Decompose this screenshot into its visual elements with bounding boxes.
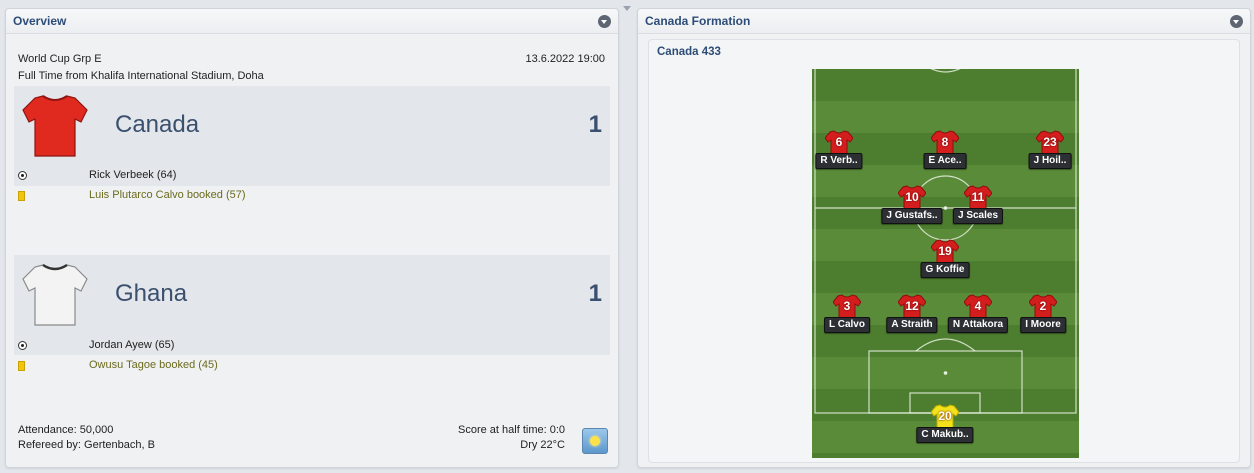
goal-ball-icon [18,171,27,180]
player-name-label[interactable]: E Ace.. [923,153,967,169]
yellow-card-icon [18,361,25,371]
player-number: 4 [974,299,982,313]
formation-header: Canada Formation [638,9,1250,34]
player-marker[interactable]: 12 A Straith [882,294,942,340]
player-number: 10 [905,190,919,204]
away-goal-text[interactable]: Jordan Ayew (65) [89,339,174,351]
player-number: 19 [938,244,952,258]
player-marker[interactable]: 3 L Calvo [817,294,877,340]
away-shirt-icon [22,263,88,326]
player-marker[interactable]: 20 C Makub.. [915,404,975,450]
player-marker[interactable]: 6 R Verb.. [812,130,869,176]
attendance-label: Attendance: 50,000 [18,424,114,436]
player-number: 2 [1039,299,1047,313]
weather-label: Dry 22°C [520,439,565,451]
player-name-label[interactable]: N Attakora [947,317,1009,333]
home-goal-text[interactable]: Rick Verbeek (64) [89,169,176,181]
panel-splitter-arrow-icon[interactable] [623,6,631,11]
player-number: 23 [1043,135,1057,149]
player-name-label[interactable]: J Hoil.. [1028,153,1072,169]
away-team-name[interactable]: Ghana [115,280,187,308]
panel-title: Canada Formation [645,14,751,28]
player-number: 12 [905,299,919,313]
overview-header: Overview [6,9,618,34]
player-name-label[interactable]: I Moore [1020,317,1066,333]
sun-icon [590,436,600,446]
player-marker[interactable]: 2 I Moore [1013,294,1073,340]
collapse-chevron-icon[interactable] [598,14,611,28]
player-name-label[interactable]: R Verb.. [815,153,863,169]
weather-button[interactable] [582,428,608,454]
referee-label[interactable]: Refereed by: Gertenbach, B [18,438,155,453]
player-marker[interactable]: 4 N Attakora [947,294,1009,340]
overview-panel: Overview World Cup Grp E 13.6.2022 19:00… [5,8,619,468]
home-shirt-icon [22,95,88,157]
competition-label: World Cup Grp E [18,53,102,65]
yellow-card-icon [18,191,25,201]
player-marker[interactable]: 10 J Gustafs.. [881,185,943,231]
player-marker[interactable]: 19 G Koffie [915,239,975,285]
player-number: 20 [938,409,952,423]
home-team-score: 1 [588,111,602,138]
match-datetime: 13.6.2022 19:00 [525,53,605,65]
player-number: 8 [941,135,949,149]
player-name-label[interactable]: L Calvo [824,317,870,333]
match-info-left: Attendance: 50,000 Refereed by: Gertenba… [18,423,155,453]
player-marker[interactable]: 11 J Scales [948,185,1008,231]
home-booking-text[interactable]: Luis Plutarco Calvo booked (57) [89,189,246,201]
player-name-label[interactable]: J Scales [952,208,1004,224]
goal-ball-icon [18,341,27,350]
formation-card: Canada 433 6R Verb.. 8 E Ace.. 23 J Hoil.. 10… [648,39,1240,463]
player-number: 3 [843,299,851,313]
pitch: 6R Verb.. 8 E Ace.. 23 J Hoil.. 10 J Gustafs..… [812,69,1079,458]
formation-name: Canada 433 [657,46,721,58]
away-team-score: 1 [588,280,602,307]
collapse-chevron-icon[interactable] [1230,14,1243,28]
panel-title: Overview [13,14,67,28]
venue-label: Full Time from Khalifa International Sta… [18,70,264,82]
player-marker[interactable]: 23 J Hoil.. [1020,130,1079,176]
match-info-right: Score at half time: 0:0 Dry 22°C [458,423,565,453]
player-name-label[interactable]: A Straith [886,317,938,333]
player-name-label[interactable]: C Makub.. [916,427,974,443]
player-number: 11 [971,190,985,204]
away-booking-text[interactable]: Owusu Tagoe booked (45) [89,359,218,371]
player-name-label[interactable]: J Gustafs.. [881,208,943,224]
player-number: 6 [835,135,843,149]
home-team-name[interactable]: Canada [115,111,199,139]
player-name-label[interactable]: G Koffie [920,262,970,278]
half-time-score: Score at half time: 0:0 [458,424,565,436]
formation-panel: Canada Formation Canada 433 6 R Verb.. 8 E … [637,8,1251,468]
player-marker[interactable]: 8 E Ace.. [915,130,975,176]
